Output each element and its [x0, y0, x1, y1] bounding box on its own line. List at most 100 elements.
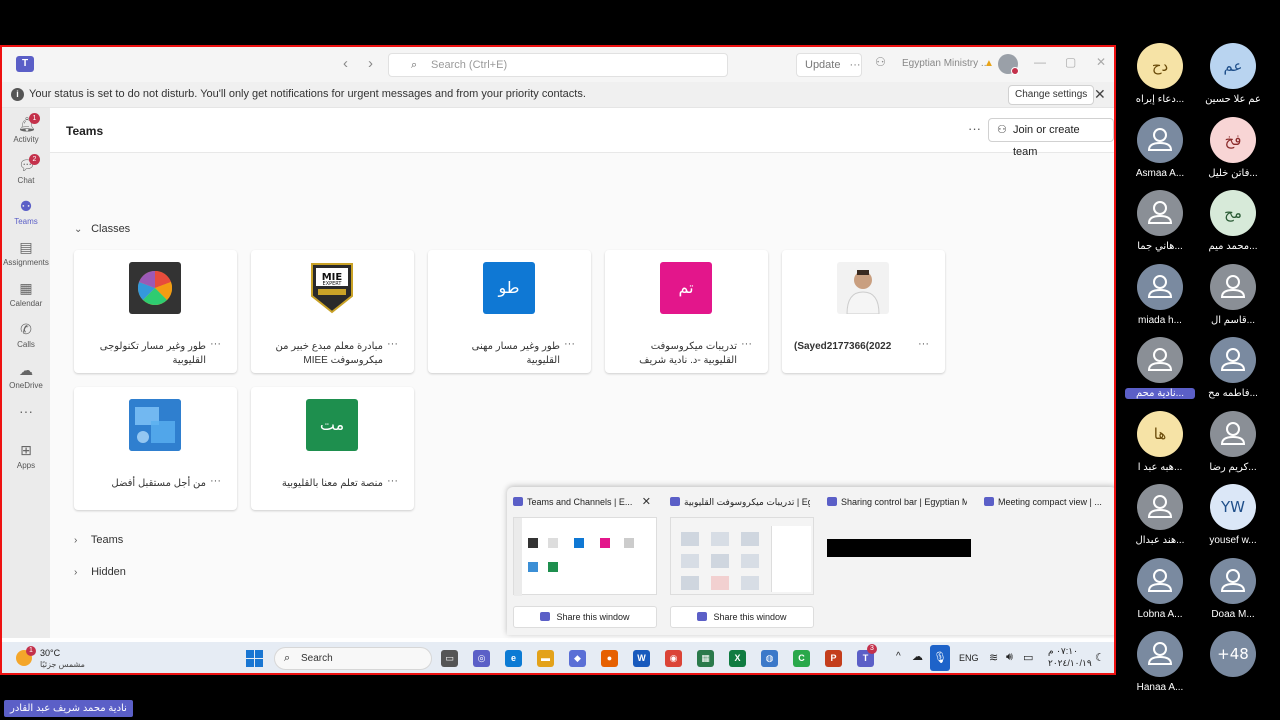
more-icon[interactable]: ··· — [210, 338, 221, 350]
clock-time[interactable]: ٠٧:١٠ م — [1048, 646, 1078, 657]
rail-item-calendar[interactable]: ▦ Calendar — [2, 280, 50, 308]
rail-label: Apps — [16, 461, 36, 470]
participant-tile[interactable]: هاني جما... — [1125, 190, 1195, 260]
section-teams[interactable]: › Teams — [74, 534, 123, 546]
close-window-icon[interactable]: ✕ — [1096, 55, 1106, 69]
start-button[interactable] — [246, 650, 263, 667]
participant-tile[interactable]: هند عبدال... — [1125, 484, 1195, 554]
excel-icon[interactable]: X — [729, 650, 746, 667]
rail-item-calls[interactable]: ✆ Calls — [2, 321, 50, 349]
more-options-button[interactable]: ··· — [968, 121, 981, 136]
rail-item-onedrive[interactable]: ☁ OneDrive — [2, 362, 50, 390]
org-switch-icon[interactable]: ⚇ — [875, 55, 886, 69]
team-card[interactable]: طو طور وغير مسار مهنى القليوبية ··· — [428, 250, 591, 373]
preview-window[interactable]: Teams and Channels | E... ✕ Share this w… — [507, 487, 659, 635]
more-icon[interactable]: ··· — [564, 338, 575, 350]
update-button[interactable]: Update ··· — [796, 53, 862, 77]
participant-tile[interactable]: YW yousef w... — [1198, 484, 1268, 554]
task-view-icon[interactable]: ▭ — [441, 650, 458, 667]
chevron-up-icon[interactable]: ^ — [896, 651, 901, 662]
maximize-icon[interactable]: ▢ — [1065, 55, 1076, 69]
section-hidden[interactable]: › Hidden — [74, 566, 126, 578]
rail-item-more[interactable]: ··· — [2, 403, 50, 422]
rail-item-chat[interactable]: 💬︎ 2 Chat — [2, 154, 50, 185]
more-icon[interactable]: ··· — [918, 338, 929, 350]
store-icon[interactable]: ▦ — [697, 650, 714, 667]
section-classes[interactable]: ⌄ Classes — [74, 223, 130, 235]
share-window-button[interactable]: Share this window — [670, 606, 814, 628]
preview-window[interactable]: تدريبات ميكروسوفت القليوبية | Egyptian..… — [664, 487, 816, 635]
participant-name: yousef w... — [1209, 535, 1257, 546]
team-card[interactable]: مت منصة تعلم معنا بالقليوبية ··· — [251, 387, 414, 510]
firefox-icon[interactable]: ● — [601, 650, 618, 667]
person-icon — [1137, 116, 1183, 163]
phone-icon: ✆ — [20, 321, 32, 337]
teams-icon: ⚉ — [19, 198, 33, 214]
edge-icon[interactable]: e — [505, 650, 522, 667]
powerpoint-icon[interactable]: P — [825, 650, 842, 667]
participant-tile[interactable]: مح محمد ميم... — [1198, 190, 1268, 260]
participant-tile[interactable]: قاسم ال... — [1198, 263, 1268, 334]
rail-item-assignments[interactable]: ▤ Assignments — [2, 239, 50, 267]
app-icon[interactable]: ◍ — [761, 650, 778, 667]
participant-tile[interactable]: ها هبه عبد ا... — [1125, 410, 1195, 481]
file-explorer-icon[interactable]: ▬ — [537, 650, 554, 667]
team-card[interactable]: طور وغير مسار تكنولوجى القليوبية ··· — [74, 250, 237, 373]
close-preview-icon[interactable]: ✕ — [642, 495, 651, 508]
participant-tile[interactable]: Hanaa A... — [1125, 631, 1195, 701]
participant-tile[interactable]: +48 — [1198, 631, 1268, 701]
participant-tile[interactable]: Asmaa A... — [1125, 116, 1195, 187]
participant-tile[interactable]: فاطمه مح... — [1198, 337, 1268, 407]
teams-chat-icon[interactable]: ◎ — [473, 650, 490, 667]
microphone-icon[interactable]: 🎙︎ — [930, 645, 950, 671]
clock-date[interactable]: ٢٠٢٤/١٠/١٩ — [1048, 658, 1092, 669]
app-icon[interactable]: C — [793, 650, 810, 667]
org-name[interactable]: Egyptian Ministry ... — [902, 58, 989, 69]
participant-tile[interactable]: كريم رضا... — [1198, 410, 1268, 481]
minimize-icon[interactable]: — — [1034, 55, 1046, 69]
more-icon[interactable]: ··· — [741, 338, 752, 350]
participant-tile[interactable]: دح دعاء إبراه... — [1125, 43, 1195, 113]
language-indicator[interactable]: ENG — [959, 653, 979, 663]
wifi-icon[interactable]: ≋ — [989, 651, 998, 664]
participant-tile[interactable]: عم عم علا حسين — [1198, 43, 1268, 113]
chrome-icon[interactable]: ◉ — [665, 650, 682, 667]
forward-arrow-icon[interactable]: › — [368, 55, 373, 72]
team-tile — [129, 262, 181, 314]
participant-tile[interactable]: miada h... — [1125, 263, 1195, 334]
battery-icon[interactable]: ▭ — [1023, 651, 1033, 664]
team-card[interactable]: تم تدريبات ميكروسوفت القليوبية -د. نادية… — [605, 250, 768, 373]
back-arrow-icon[interactable]: ‹ — [343, 55, 348, 72]
close-notice-icon[interactable]: ✕ — [1094, 86, 1106, 103]
rail-item-teams[interactable]: ⚉ Teams — [2, 198, 50, 226]
notice-message: Your status is set to do not disturb. Yo… — [29, 88, 586, 100]
taskbar-search[interactable]: ⌕ Search — [274, 647, 432, 670]
team-card[interactable]: من أجل مستقبل أفضل ··· — [74, 387, 237, 510]
participant-tile[interactable]: Doaa M... — [1198, 557, 1268, 628]
participant-tile[interactable]: Lobna A... — [1125, 557, 1195, 628]
preview-thumbnail — [513, 517, 657, 596]
join-or-create-team-button[interactable]: ⚇ Join or create team — [988, 118, 1114, 158]
rail-item-activity[interactable]: 🔔︎ 1 Activity — [2, 113, 50, 144]
more-icon[interactable]: ··· — [387, 338, 398, 350]
change-settings-button[interactable]: Change settings — [1008, 85, 1095, 105]
preview-window[interactable]: Sharing control bar | Egyptian Mi... — [821, 487, 973, 635]
participant-tile[interactable]: فخ فاتن خليل... — [1198, 116, 1268, 187]
app-icon[interactable]: ◆ — [569, 650, 586, 667]
more-icon[interactable]: ··· — [210, 475, 221, 487]
preview-window[interactable]: Meeting compact view | ... — [978, 487, 1114, 635]
notification-icon[interactable]: ☾ — [1095, 651, 1105, 664]
word-icon[interactable]: W — [633, 650, 650, 667]
main-header: Teams ··· ⚇ Join or create team — [50, 108, 1114, 158]
participant-tile[interactable]: نادية محم... — [1125, 337, 1195, 407]
cloud-icon[interactable]: ☁ — [912, 650, 923, 663]
rail-item-apps[interactable]: ⊞ Apps — [2, 442, 50, 470]
search-input[interactable]: ⌕ Search (Ctrl+E) — [388, 53, 728, 77]
share-window-button[interactable]: Share this window — [513, 606, 657, 628]
person-icon — [1137, 263, 1183, 310]
team-card[interactable]: MIE EXPERT مبادرة معلم مبدع خبير من ميكر… — [251, 250, 414, 373]
more-icon[interactable]: ··· — [387, 475, 398, 487]
team-card[interactable]: (Sayed2177366(2022 ··· — [782, 250, 945, 373]
volume-icon[interactable]: 🔊︎ — [1006, 651, 1013, 664]
person-icon — [1137, 190, 1183, 236]
